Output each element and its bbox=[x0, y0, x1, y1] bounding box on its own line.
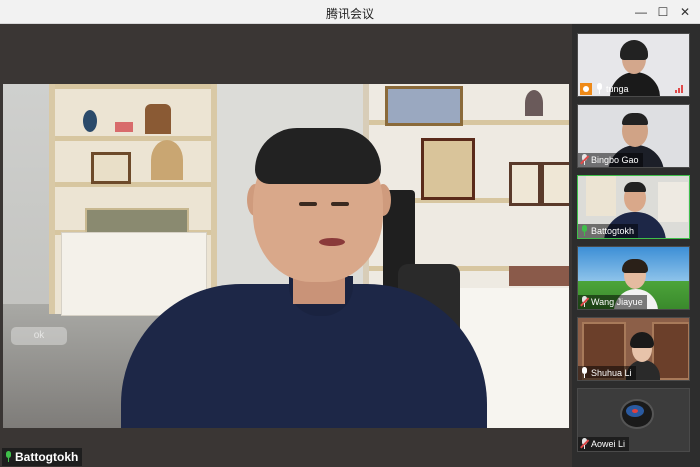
signal-bars-icon bbox=[675, 85, 685, 93]
main-video-area[interactable]: ok bbox=[0, 24, 572, 467]
participant-tile-active[interactable]: Battogtokh bbox=[577, 175, 690, 239]
speaker-hair bbox=[255, 128, 381, 184]
participant-tile[interactable]: Aowei Li bbox=[577, 388, 690, 452]
title-bar: 腾讯会议 — ☐ ✕ bbox=[0, 0, 700, 24]
participants-sidebar: tunga Bingbo Gao Battogtokh Wang Jiayue bbox=[572, 24, 700, 467]
mic-muted-icon bbox=[580, 438, 589, 450]
faded-name-overlay: ok bbox=[11, 327, 67, 345]
participant-tile[interactable]: Bingbo Gao bbox=[577, 104, 690, 168]
participant-tile[interactable]: Shuhua Li bbox=[577, 317, 690, 381]
minimize-button[interactable]: — bbox=[630, 0, 652, 24]
maximize-button[interactable]: ☐ bbox=[652, 0, 674, 24]
participant-name: tunga bbox=[606, 84, 629, 94]
participant-name: Aowei Li bbox=[591, 439, 626, 449]
participant-tile[interactable]: Wang Jiayue bbox=[577, 246, 690, 310]
mic-muted-icon bbox=[580, 296, 589, 308]
mic-icon bbox=[595, 83, 603, 95]
mic-speaking-icon bbox=[4, 451, 12, 463]
mic-icon bbox=[580, 367, 588, 379]
window-controls: — ☐ ✕ bbox=[630, 0, 696, 24]
active-speaker-label: Battogtokh bbox=[2, 448, 83, 466]
window-title: 腾讯会议 bbox=[325, 7, 374, 21]
participant-name: Battogtokh bbox=[591, 226, 635, 236]
participant-name: Shuhua Li bbox=[591, 368, 632, 378]
mic-muted-icon bbox=[580, 154, 589, 166]
participant-tile[interactable]: tunga bbox=[577, 33, 690, 97]
participant-name: Bingbo Gao bbox=[591, 155, 639, 165]
mic-speaking-icon bbox=[580, 225, 588, 237]
speaker-video[interactable] bbox=[3, 84, 569, 428]
host-icon bbox=[580, 83, 592, 95]
close-button[interactable]: ✕ bbox=[674, 0, 696, 24]
active-speaker-name: Battogtokh bbox=[15, 450, 79, 464]
participant-name: Wang Jiayue bbox=[591, 297, 643, 307]
